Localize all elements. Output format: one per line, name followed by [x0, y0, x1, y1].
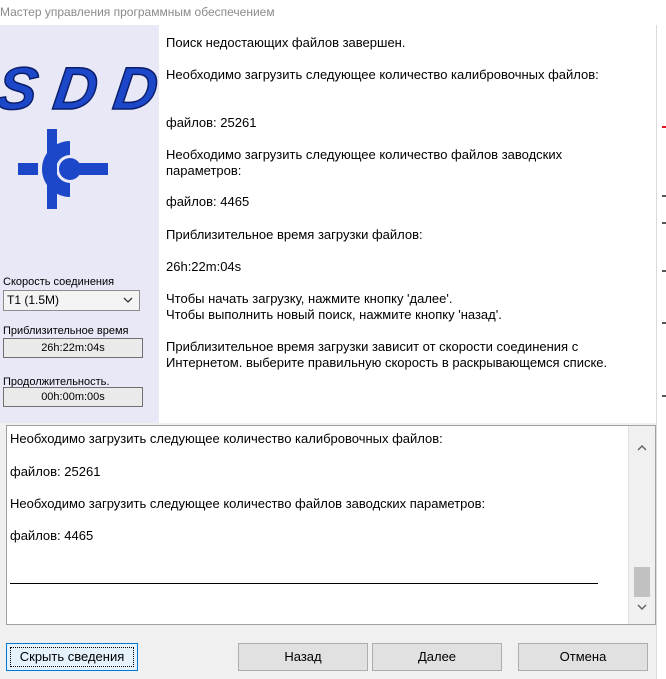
edge-mark [662, 322, 666, 324]
details-log[interactable]: Необходимо загрузить следующее количеств… [6, 425, 656, 625]
scrollbar-thumb[interactable] [634, 567, 650, 597]
connection-speed-select[interactable]: T1 (1.5M) [3, 290, 140, 311]
cancel-button-label: Отмена [559, 649, 607, 664]
edge-mark [662, 395, 666, 397]
download-time-label: Приблизительное время загрузки файлов: [166, 227, 423, 242]
hide-details-button[interactable]: Скрыть сведения [6, 643, 138, 671]
search-complete-text: Поиск недостающих файлов завершен. [166, 35, 406, 50]
start-download-hint: Чтобы начать загрузку, нажмите кнопку 'д… [166, 291, 453, 306]
log-line: Необходимо загрузить следующее количеств… [10, 431, 443, 446]
edge-mark [662, 126, 666, 128]
background-window-edge [656, 25, 666, 679]
log-line: файлов: 4465 [10, 528, 94, 543]
edge-mark [662, 222, 666, 224]
edge-mark [662, 270, 666, 272]
chevron-down-icon [123, 297, 133, 303]
back-button-label: Назад [284, 649, 322, 664]
duration-value: 00h:00m:00s [3, 387, 143, 407]
scroll-down-arrow-icon[interactable] [637, 604, 647, 611]
next-button-label: Далее [417, 649, 457, 664]
connection-speed-note: Приблизительное время загрузки зависит о… [166, 339, 608, 370]
download-time-value: 26h:22m:04s [166, 259, 242, 274]
scroll-up-arrow-icon[interactable] [637, 444, 647, 451]
log-separator [10, 583, 598, 584]
logo-text: SDD [0, 57, 159, 117]
sdd-logo: SDD [0, 57, 159, 117]
log-line: файлов: 25261 [10, 464, 101, 479]
estimated-time-value: 26h:22m:04s [3, 338, 143, 358]
calibration-files-text: Необходимо загрузить следующее количеств… [166, 67, 599, 82]
next-button[interactable]: Далее [372, 643, 502, 671]
edge-mark [662, 195, 666, 197]
focus-ring [10, 647, 134, 667]
speed-value: T1 (1.5M) [7, 293, 60, 307]
logo-symbol-icon [18, 129, 108, 209]
new-search-hint: Чтобы выполнить новый поиск, нажмите кно… [166, 307, 502, 322]
speed-label: Скорость соединения [3, 276, 115, 288]
back-button[interactable]: Назад [238, 643, 368, 671]
message-area: Поиск недостающих файлов завершен. Необх… [159, 25, 656, 423]
cancel-button[interactable]: Отмена [518, 643, 648, 671]
factory-files-count: файлов: 4465 [166, 194, 250, 209]
title-bar: Мастер управления программным обеспечени… [0, 0, 666, 25]
window-title: Мастер управления программным обеспечени… [0, 5, 275, 19]
calibration-files-count: файлов: 25261 [166, 115, 257, 130]
side-panel: SDD Скорость соединения T1 (1.5M) Прибли… [0, 25, 159, 423]
factory-files-text: Необходимо загрузить следующее количеств… [166, 147, 563, 178]
log-line: Необходимо загрузить следующее количеств… [10, 496, 486, 511]
estimated-time-label: Приблизительное время [3, 325, 129, 337]
details-scrollbar[interactable] [628, 426, 655, 624]
